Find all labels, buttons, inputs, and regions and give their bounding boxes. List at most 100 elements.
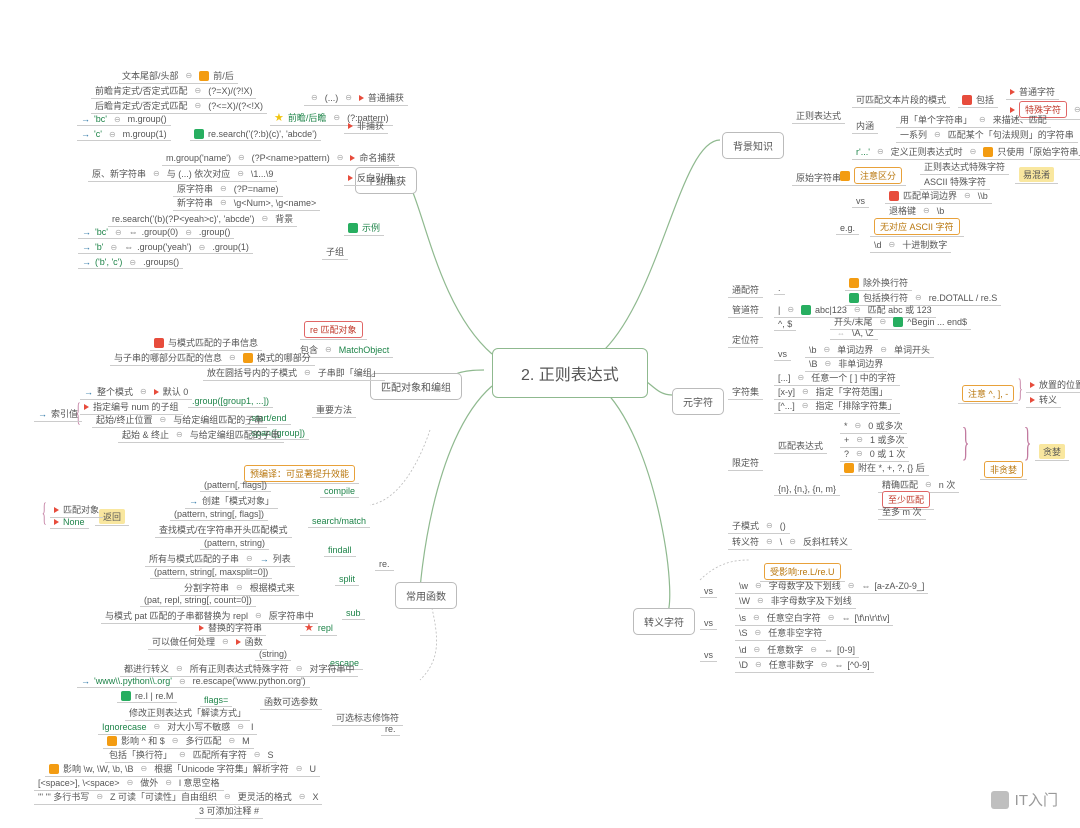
- fn-optional: 函数可选参数: [260, 694, 322, 710]
- bg-digit: \d⊖十进制数字: [870, 237, 951, 253]
- esc-W: \W⊖非字母数字及下划线: [735, 593, 856, 609]
- bg-eg: e.g.: [836, 222, 859, 235]
- g-neg-look: 后瞻肯定式/否定式匹配⊖(?<=X)/(?<!X): [91, 98, 267, 114]
- fn-search-sig: (pattern, string[, flags]): [170, 508, 268, 521]
- fn-split: split: [335, 573, 359, 586]
- g-new: 新字符串⊖\g<Num>, \g<name>: [173, 195, 320, 211]
- g-c: →'c'⊖m.group(1): [77, 128, 171, 141]
- fn-re1: re.: [375, 558, 394, 571]
- meta-except: 除外换行符: [845, 275, 912, 291]
- g-resrch2: re.search('(b)(?P<yeah>c)', 'abcde')⊖背景: [108, 211, 297, 227]
- meta-max: 至多 m 次: [878, 504, 926, 520]
- wechat-icon: [991, 791, 1009, 809]
- branch-meta[interactable]: 元字符: [672, 388, 724, 415]
- m-groupfn: .group([group1, ...]): [188, 395, 273, 408]
- g-tuple: →('b', 'c')⊖.groups(): [78, 256, 183, 269]
- bg-regex: 正则表达式: [792, 108, 845, 124]
- m-ss: 起始 & 终止⊖与给定编组匹配的子串: [118, 427, 284, 443]
- meta-anchor: 定位符: [728, 332, 763, 348]
- meta-note: 注意 ^, ], -: [958, 384, 1018, 404]
- bg-attention: 注意区分: [836, 166, 906, 186]
- g-noncap: 非捕获: [344, 118, 388, 134]
- g-pos-look: 前瞻肯定式/否定式匹配⊖(?=X)/(?!X): [91, 83, 256, 99]
- esc-S: \S⊖任意非空字符: [735, 625, 826, 641]
- g-example: 示例: [344, 220, 384, 236]
- bg-include: 包括: [958, 92, 998, 108]
- bg-single: 用「单个字符串」⊖来描述、匹配: [896, 112, 1051, 128]
- meta-note-esc: 转义: [1026, 392, 1061, 408]
- bg-vs: vs: [852, 195, 869, 208]
- g-bc2: →'bc'⊖⇔.group(0)⊖.group(): [78, 226, 234, 239]
- m-bracket: 放在圆括号内的子模式⊖子串即「编组」: [203, 365, 385, 381]
- fn-findall-desc: 所有与模式匹配的子串⊖→列表: [145, 551, 295, 567]
- bg-no-ascii: 无对应 ASCII 字符: [870, 217, 964, 237]
- g-orig-new: 原、新字符串⊖与 (...) 依次对应⊖\1...\9: [88, 166, 277, 182]
- branch-bg[interactable]: 背景知识: [722, 132, 784, 159]
- meta-cs3: [^...]⊖指定「排除字符集」: [774, 398, 900, 414]
- g-backref: 反向引用: [344, 170, 397, 186]
- meta-escape: 转义符⊖\⊖反斜杠转义: [728, 534, 852, 550]
- fn-findall: findall: [324, 544, 356, 557]
- fn-search: search/match: [308, 515, 370, 528]
- m-idx: →索引值: [34, 406, 82, 422]
- g-text-head: 文本尾部/头部⊖前/后: [118, 68, 238, 84]
- m-startpos: 起始/终止位置⊖与给定编组匹配的子串: [92, 412, 267, 428]
- esc-d: \d⊖任意数字⊖⇔[0-9]: [735, 642, 859, 658]
- fn-none: None: [50, 516, 89, 529]
- esc-vs1: vs: [700, 585, 717, 598]
- fn-escape-sig: (string): [255, 648, 291, 661]
- meta-start-end: ^, $: [774, 318, 796, 331]
- esc-D: \D⊖任意非数字⊖⇔[^0-9]: [735, 657, 874, 673]
- m-reobj: re 匹配对象: [300, 320, 367, 340]
- fn-sub: sub: [342, 607, 365, 620]
- esc-s: \s⊖任意空白字符⊖⇔[\f\n\r\t\v]: [735, 610, 893, 626]
- g-bc: →'bc'⊖m.group(): [77, 113, 171, 126]
- g-b: →'b'⊖⇔.group('yeah')⊖.group(1): [78, 241, 253, 254]
- meta-az: ⇔\A, \Z: [830, 327, 878, 340]
- meta-note-pos: 放置的位置: [1026, 377, 1080, 393]
- bg-word-boundary: 匹配单词边界⊖\\b: [885, 188, 992, 204]
- m-which: 与子串的哪部分匹配的信息⊖模式的哪部分: [110, 350, 315, 366]
- m-child: 与模式匹配的子串信息: [150, 335, 262, 351]
- fn-findall-sig: (pattern, string): [200, 537, 269, 550]
- bg-series: 一系列⊖匹配某个「句法规则」的字符串: [896, 127, 1078, 143]
- g-subgroup: 子组: [322, 244, 348, 260]
- m-whole: →整个模式⊖默认 0: [80, 384, 192, 400]
- fn-sub-sig: (pat, repl, string[, count=0]): [140, 594, 256, 607]
- meta-expr: 匹配表达式: [774, 438, 827, 454]
- fn-compile-sig: (pattern[, flags]): [200, 479, 271, 492]
- bg-ordinary: 普通字符: [1006, 84, 1059, 100]
- meta-qn: {n}, {n,}, {n, m}: [774, 483, 840, 496]
- watermark: IT入门: [991, 789, 1058, 810]
- meta-q3: 附在 *, +, ?, {} 后: [840, 460, 929, 476]
- fn-www: →'www\\.python\\.org'⊖re.escape('www.pyt…: [77, 675, 310, 688]
- fn-compile: compile: [320, 485, 359, 498]
- m-important: 重要方法: [312, 402, 356, 418]
- meta-vs: vs: [774, 348, 791, 361]
- fn-split-sig: (pattern, string[, maxsplit=0]): [150, 566, 272, 579]
- branch-fn[interactable]: 常用函数: [395, 582, 457, 609]
- meta-greedy: 贪婪: [1035, 443, 1069, 461]
- root-node[interactable]: 2. 正则表达式: [492, 348, 648, 398]
- g-normal: ⊖(...)⊖普通捕获: [304, 90, 408, 106]
- g-resrch: re.search('(?:b)(c)', 'abcde'): [190, 128, 321, 141]
- meta-charset: 字符集: [728, 384, 763, 400]
- g-mgn: m.group('name')⊖(?P<name>pattern)⊖命名捕获: [162, 150, 399, 166]
- esc-vs2: vs: [700, 617, 717, 630]
- meta-sub: 子模式⊖(): [728, 518, 790, 534]
- fn-re2: re.: [381, 723, 400, 736]
- esc-vs3: vs: [700, 649, 717, 662]
- bg-match-text: 可匹配文本片段的模式: [852, 92, 950, 108]
- watermark-text: IT入门: [1015, 789, 1058, 810]
- bg-regex-special: 正则表达式特殊字符: [920, 159, 1009, 175]
- meta-wildcard: 通配符: [728, 282, 763, 298]
- bg-content: 内涵: [852, 118, 878, 134]
- fn-reim: re.I | re.M: [117, 690, 177, 703]
- fn-create: →创建「模式对象」: [185, 493, 278, 509]
- meta-pipe: 管道符: [728, 302, 763, 318]
- fn-search-desc: 查找模式/在字符串开头匹配模式: [155, 522, 292, 538]
- esc-w: \w⊖字母数字及下划线⊖⇔[a-zA-Z0-9_]: [735, 578, 928, 594]
- meta-dot: .: [774, 282, 785, 295]
- bg-confuse: 易混淆: [1015, 166, 1058, 184]
- branch-escape[interactable]: 转义字符: [633, 608, 695, 635]
